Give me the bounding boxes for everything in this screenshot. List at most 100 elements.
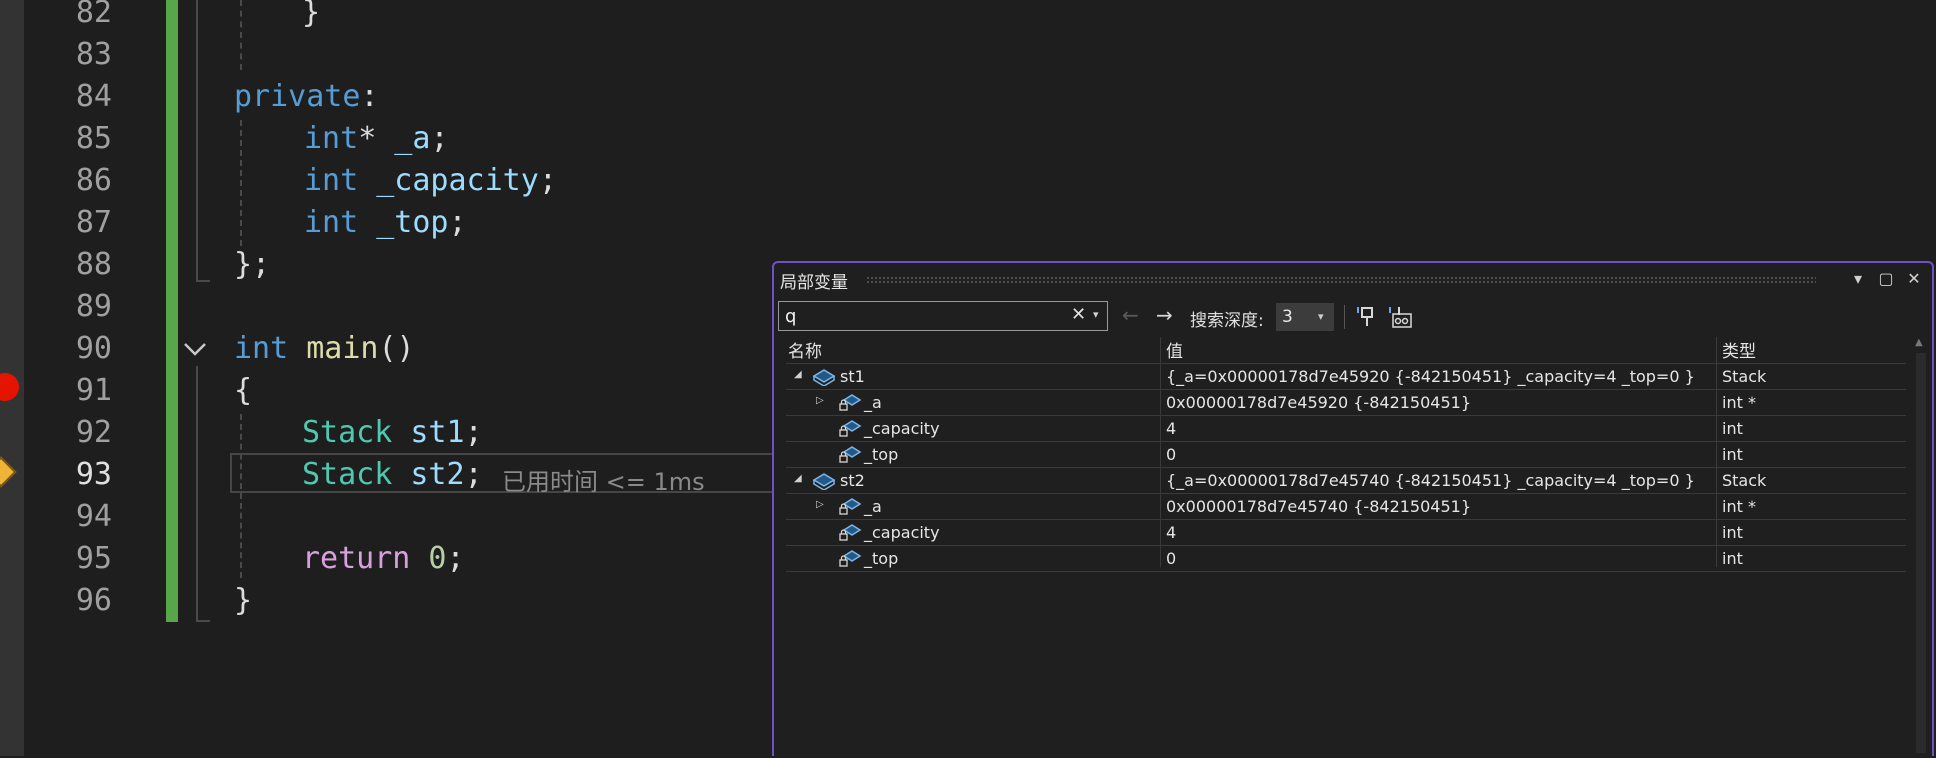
vertical-scrollbar[interactable]: ▲ xyxy=(1910,335,1932,758)
scope-guide xyxy=(196,280,210,282)
code-token: st2 xyxy=(392,457,465,492)
code-line-87: int _top; xyxy=(304,202,467,244)
locals-titlebar[interactable]: 局部变量 ▾ ▢ ✕ xyxy=(774,263,1932,297)
search-depth-value: 3 xyxy=(1282,307,1293,327)
clear-search-button[interactable]: ✕ xyxy=(1071,304,1086,325)
code-token: st1 xyxy=(392,415,465,450)
code-token: main xyxy=(288,331,379,366)
toolbar-separator xyxy=(1344,305,1345,329)
code-token: : xyxy=(360,79,379,114)
search-box[interactable]: ✕ ▾ xyxy=(778,301,1108,331)
variable-value[interactable]: 4 xyxy=(1166,419,1176,438)
variable-type: int xyxy=(1722,445,1743,464)
code-token: _a xyxy=(376,121,431,156)
table-row[interactable]: ▷ _a 0x00000178d7e45740 {-842150451} int… xyxy=(786,494,1906,520)
chevron-down-icon[interactable] xyxy=(182,336,208,362)
code-line-90: int main() xyxy=(234,328,415,370)
column-header-type[interactable]: 类型 xyxy=(1722,337,1756,363)
table-row[interactable]: _top 0 int xyxy=(786,442,1906,468)
variable-value[interactable]: 0x00000178d7e45740 {-842150451} xyxy=(1166,497,1471,516)
scope-guide xyxy=(196,620,210,622)
locals-window: 局部变量 ▾ ▢ ✕ ✕ ▾ ← → 搜索深度: 3 ▾ xyxy=(772,261,1934,758)
collapse-toggle[interactable]: ◢ xyxy=(794,473,802,484)
scrollbar-track[interactable] xyxy=(1916,353,1926,753)
code-token: ; xyxy=(430,121,449,156)
line-number: 87 xyxy=(75,205,112,240)
line-number: 92 xyxy=(75,415,112,450)
code-token: private xyxy=(234,79,361,114)
line-number: 91 xyxy=(75,373,112,408)
private-field-icon xyxy=(839,446,862,463)
search-history-dropdown[interactable]: ▾ xyxy=(1093,308,1099,321)
variable-type: Stack xyxy=(1722,471,1767,490)
code-token: ; xyxy=(464,457,483,492)
code-token: 0 xyxy=(410,541,447,576)
private-field-icon xyxy=(839,498,862,515)
search-next-button[interactable]: → xyxy=(1156,305,1173,325)
hex-display-icon[interactable] xyxy=(1388,305,1412,329)
column-header-name[interactable]: 名称 xyxy=(788,337,822,363)
window-options-button[interactable]: ▾ xyxy=(1846,267,1870,291)
code-token: ; xyxy=(448,205,467,240)
search-depth-label: 搜索深度: xyxy=(1190,311,1264,331)
expand-toggle[interactable]: ▷ xyxy=(816,395,824,406)
variable-value[interactable]: 0 xyxy=(1166,549,1176,568)
code-line-82: } xyxy=(302,0,320,34)
scope-guide xyxy=(196,0,198,282)
private-field-icon xyxy=(839,420,862,437)
code-line-86: int _capacity; xyxy=(304,160,557,202)
search-depth-select[interactable]: 3 ▾ xyxy=(1276,303,1334,331)
expand-toggle[interactable]: ▷ xyxy=(816,499,824,510)
struct-variable-icon xyxy=(812,473,836,490)
code-line-93: Stack st2; xyxy=(302,454,483,496)
private-field-icon xyxy=(839,394,862,411)
scope-guide xyxy=(196,366,198,622)
variable-value[interactable]: 4 xyxy=(1166,523,1176,542)
drag-grip[interactable] xyxy=(866,276,1816,283)
line-number: 88 xyxy=(75,247,112,282)
collapse-toggle[interactable]: ◢ xyxy=(794,369,802,380)
code-line-84: private: xyxy=(234,76,379,118)
column-header-value[interactable]: 值 xyxy=(1166,337,1183,363)
table-row[interactable]: _top 0 int xyxy=(786,546,1906,572)
indent-guide xyxy=(240,414,242,578)
variable-value[interactable]: {_a=0x00000178d7e45740 {-842150451} _cap… xyxy=(1166,471,1695,490)
struct-variable-icon xyxy=(812,369,836,386)
table-row[interactable]: ◢ st2 {_a=0x00000178d7e45740 {-842150451… xyxy=(786,468,1906,494)
table-row[interactable]: _capacity 4 int xyxy=(786,520,1906,546)
table-row[interactable]: ▷ _a 0x00000178d7e45920 {-842150451} int… xyxy=(786,390,1906,416)
code-line-85: int* _a; xyxy=(304,118,449,160)
line-number: 83 xyxy=(75,37,112,72)
variable-type: int xyxy=(1722,549,1743,568)
line-number: 94 xyxy=(75,499,112,534)
perf-tip[interactable]: 已用时间 <= 1ms xyxy=(502,462,705,497)
table-row[interactable]: ◢ st1 {_a=0x00000178d7e45920 {-842150451… xyxy=(786,364,1906,390)
code-token: Stack xyxy=(302,457,393,492)
table-row[interactable]: _capacity 4 int xyxy=(786,416,1906,442)
variable-type: int * xyxy=(1722,393,1756,412)
code-token: }; xyxy=(234,247,271,282)
pin-icon[interactable] xyxy=(1356,305,1380,329)
indent-guide xyxy=(240,0,242,70)
variable-value[interactable]: 0x00000178d7e45920 {-842150451} xyxy=(1166,393,1471,412)
code-line-88: }; xyxy=(234,244,270,286)
private-field-icon xyxy=(839,524,862,541)
variable-type: Stack xyxy=(1722,367,1767,386)
variable-name: _a xyxy=(864,497,882,516)
line-number: 89 xyxy=(75,289,112,324)
maximize-button[interactable]: ▢ xyxy=(1874,267,1898,291)
variable-value[interactable]: 0 xyxy=(1166,445,1176,464)
search-input[interactable] xyxy=(785,304,1065,328)
variable-name: st1 xyxy=(840,367,865,386)
code-line-91: { xyxy=(234,370,252,412)
code-token: _top xyxy=(358,205,449,240)
close-button[interactable]: ✕ xyxy=(1902,267,1926,291)
variable-value[interactable]: {_a=0x00000178d7e45920 {-842150451} _cap… xyxy=(1166,367,1695,386)
search-previous-button[interactable]: ← xyxy=(1122,305,1139,325)
code-token: () xyxy=(378,331,415,366)
locals-toolbar: ✕ ▾ ← → 搜索深度: 3 ▾ xyxy=(774,297,1932,335)
code-token: } xyxy=(302,0,321,30)
line-number: 85 xyxy=(75,121,112,156)
variable-name: st2 xyxy=(840,471,865,490)
scroll-up-icon[interactable]: ▲ xyxy=(1915,337,1923,348)
